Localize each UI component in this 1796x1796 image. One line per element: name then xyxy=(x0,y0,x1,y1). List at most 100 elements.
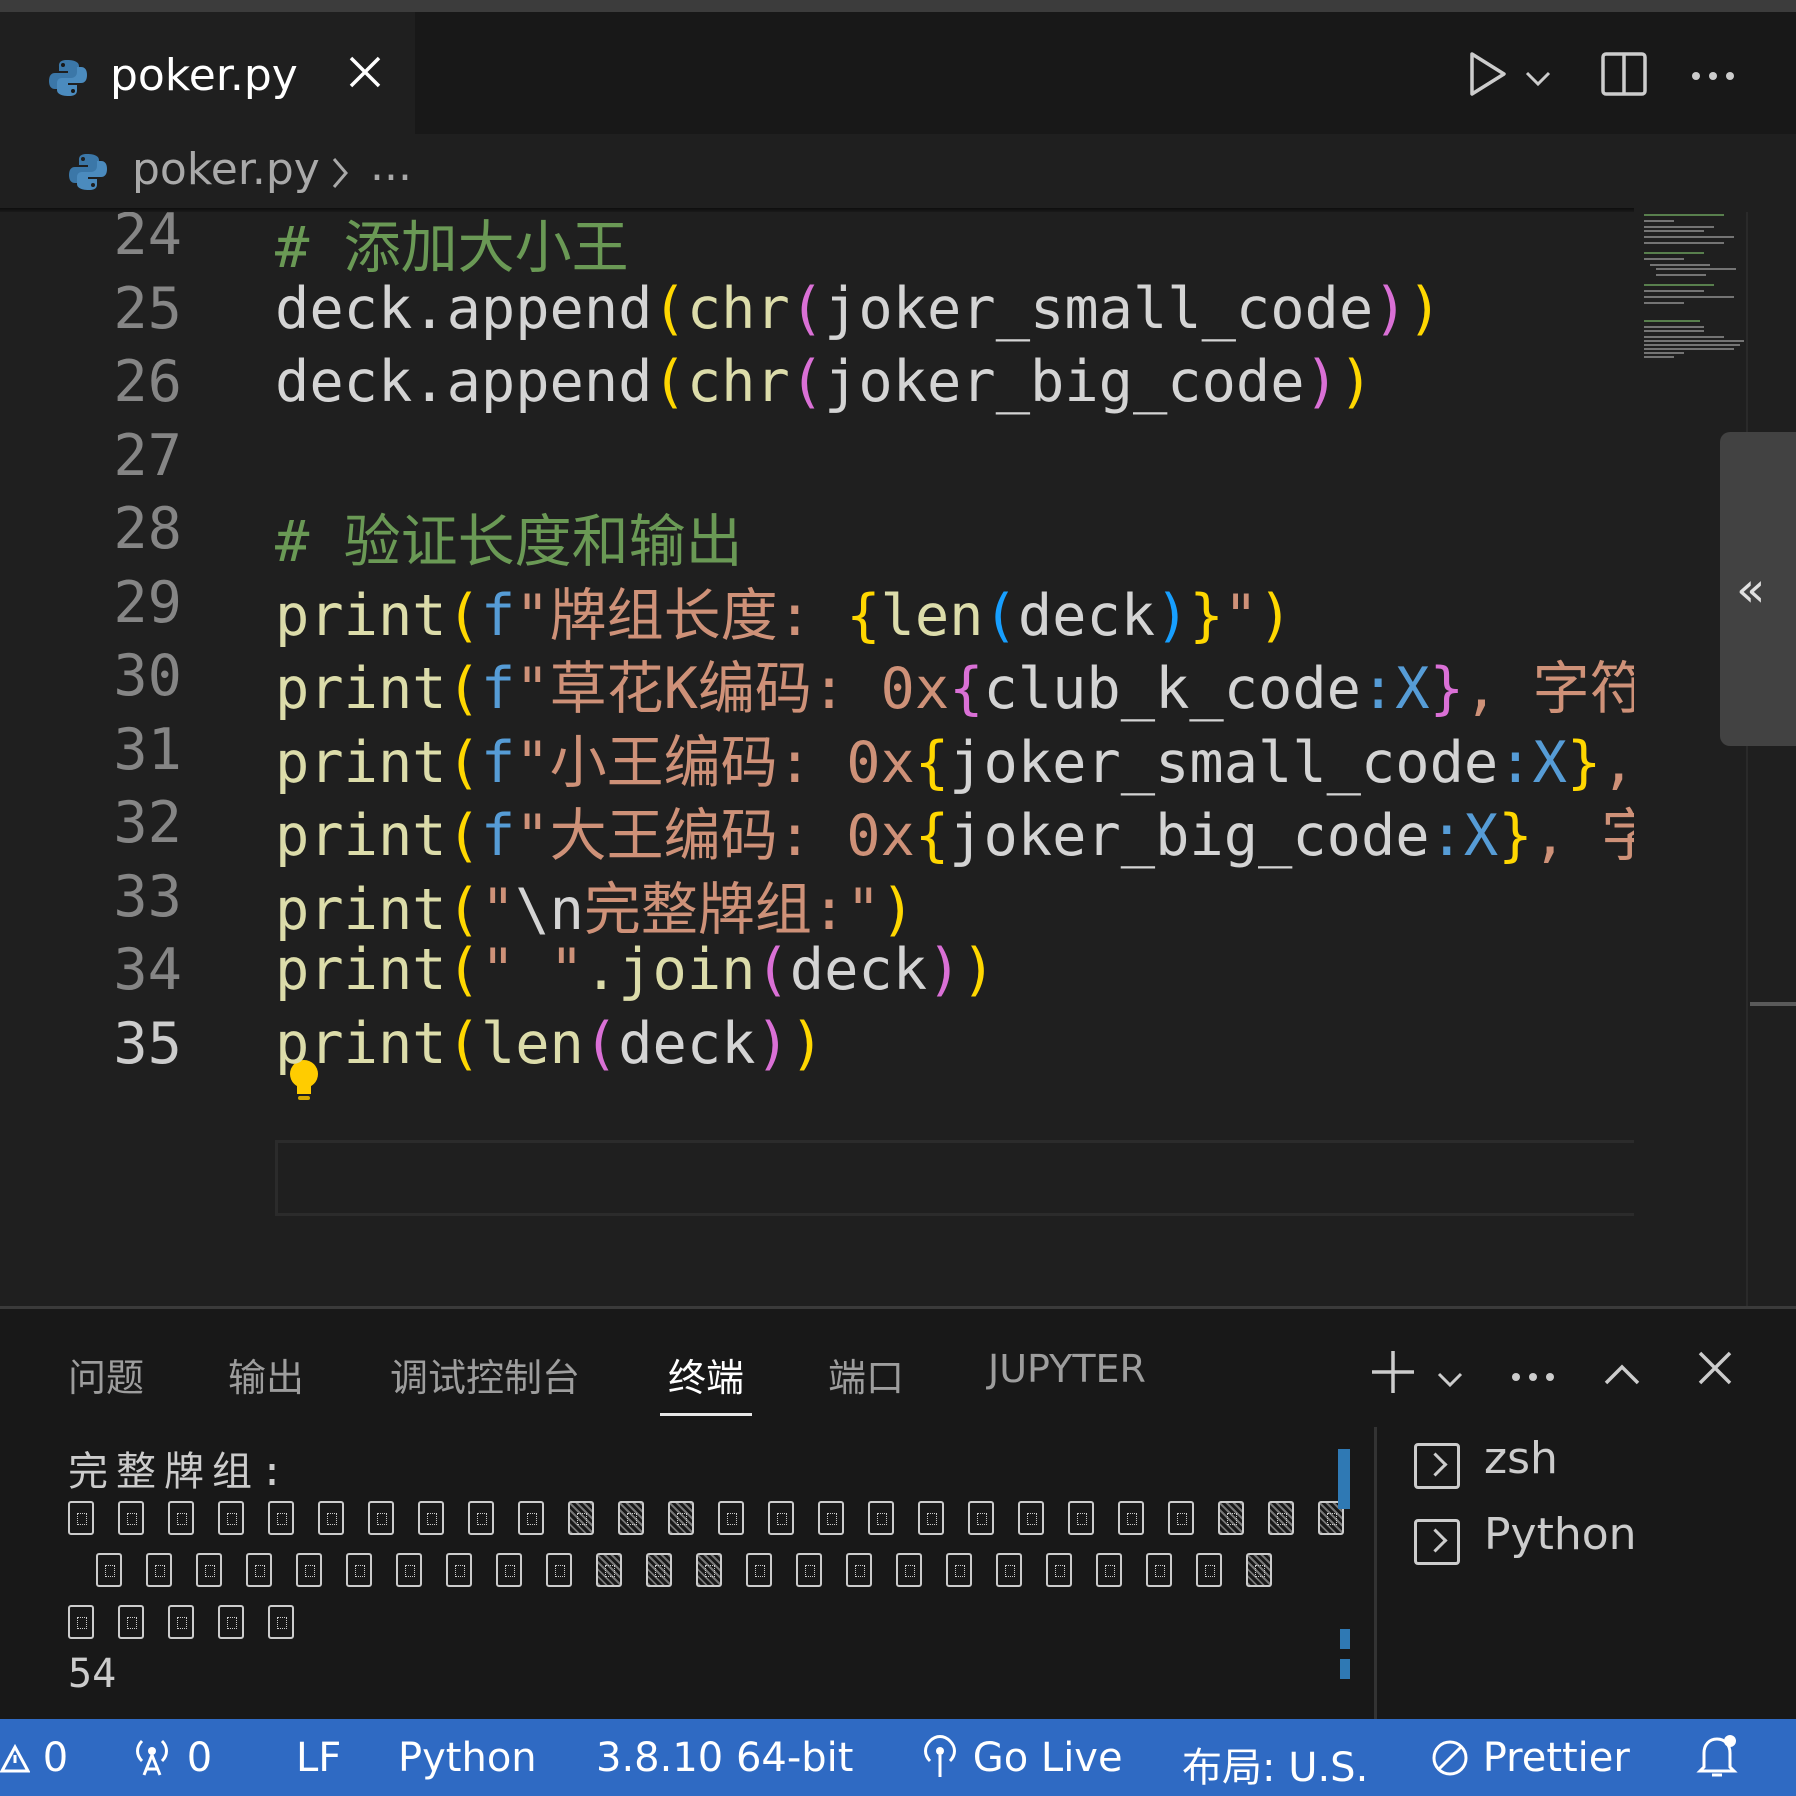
code-token: ( xyxy=(446,937,481,1003)
terminal-heading: 完整牌组: xyxy=(68,1449,293,1495)
tab-terminal[interactable]: 终端 xyxy=(668,1347,744,1402)
eol-status[interactable]: LF xyxy=(296,1735,341,1781)
go-live-button[interactable]: Go Live xyxy=(920,1735,1123,1781)
code-token: print xyxy=(275,729,447,796)
terminal-scroll-indicator[interactable] xyxy=(1338,1449,1350,1509)
code-line[interactable]: 26 deck.append(chr(joker_big_code)) xyxy=(0,349,1634,433)
python-interpreter[interactable]: 3.8.10 64-bit xyxy=(596,1735,853,1781)
code-line[interactable]: 30 print(f"草花K编码: 0x{club_k_code:X}, 字符: xyxy=(0,643,1634,727)
code-token: deck xyxy=(1017,582,1156,649)
code-token: , 字符: xyxy=(1463,656,1634,722)
tab-jupyter[interactable]: JUPYTER xyxy=(988,1347,1146,1391)
maximize-panel-icon[interactable] xyxy=(1602,1361,1642,1387)
more-actions-icon[interactable] xyxy=(1510,1371,1556,1383)
card-glyph xyxy=(418,1501,444,1535)
code-token: f xyxy=(480,803,516,869)
editor-scrollbar[interactable] xyxy=(1746,212,1796,1306)
card-glyph xyxy=(268,1501,294,1535)
split-editor-icon[interactable] xyxy=(1600,50,1648,98)
breadcrumb-symbols[interactable]: ... xyxy=(370,140,412,191)
code-text: deck.append(chr(joker_small_code)) xyxy=(275,276,1442,342)
more-actions-icon[interactable] xyxy=(1690,70,1736,82)
line-number: 30 xyxy=(113,643,182,709)
code-line[interactable]: 31 print(f"小王编码: 0x{joker_small_code:X}, xyxy=(0,717,1634,801)
code-token: ( xyxy=(446,803,481,869)
card-glyph xyxy=(668,1501,694,1535)
breadcrumb: poker.py ... xyxy=(0,134,1796,212)
card-glyph xyxy=(196,1553,222,1587)
card-glyph xyxy=(68,1501,94,1535)
code-token: joker_big_code xyxy=(824,349,1305,415)
tab-problems[interactable]: 问题 xyxy=(68,1347,144,1402)
card-glyph xyxy=(1046,1553,1072,1587)
secondary-sidebar-toggle[interactable]: « xyxy=(1720,432,1796,746)
code-line[interactable]: 25 deck.append(chr(joker_small_code)) xyxy=(0,276,1634,360)
code-token: ) xyxy=(1258,582,1293,649)
code-line[interactable]: 28 # 验证长度和输出 xyxy=(0,496,1634,580)
card-glyph xyxy=(946,1553,972,1587)
bottom-panel: 问题 输出 调试控制台 终端 端口 JUPYTER 完整牌组: 54 zsh P… xyxy=(0,1309,1796,1719)
code-line[interactable]: 32 print(f"大王编码: 0x{joker_big_code:X}, 字 xyxy=(0,790,1634,874)
tab-debug-console[interactable]: 调试控制台 xyxy=(390,1347,580,1402)
prettier-disabled-icon xyxy=(1432,1740,1468,1776)
card-glyph xyxy=(696,1553,722,1587)
code-token: f xyxy=(480,582,516,649)
notifications-bell-icon[interactable] xyxy=(1696,1733,1738,1779)
code-token: " xyxy=(480,876,516,943)
code-token: ) xyxy=(1155,582,1190,649)
prettier-status[interactable]: Prettier xyxy=(1430,1735,1630,1781)
code-text: print("\n完整牌组:") xyxy=(275,864,915,946)
code-editor[interactable]: 24 # 添加大小王 25 deck.append(chr(joker_small_c… xyxy=(0,212,1634,1306)
code-line[interactable]: 34 print(" ".join(deck)) xyxy=(0,937,1634,1021)
card-glyph xyxy=(818,1501,844,1535)
code-line[interactable]: 27 xyxy=(0,423,1634,507)
tab-poker-py[interactable]: poker.py xyxy=(0,12,415,134)
code-line[interactable]: 29 print(f"牌组长度: {len(deck)}") xyxy=(0,570,1634,654)
code-token: print xyxy=(275,656,447,722)
keyboard-layout[interactable]: 布局: U.S. xyxy=(1182,1735,1368,1793)
close-icon[interactable] xyxy=(345,52,385,92)
code-token: " " xyxy=(480,937,584,1003)
language-mode[interactable]: Python xyxy=(398,1735,537,1781)
chevron-down-icon[interactable] xyxy=(1524,70,1552,88)
card-glyph xyxy=(168,1605,194,1639)
terminal-scroll-mark xyxy=(1340,1629,1350,1649)
card-glyph xyxy=(896,1553,922,1587)
terminal-name: Python xyxy=(1484,1509,1637,1560)
line-number: 26 xyxy=(113,349,182,415)
card-glyph xyxy=(1196,1553,1222,1587)
code-token: ( xyxy=(983,582,1018,649)
run-icon[interactable] xyxy=(1466,50,1510,98)
card-glyph xyxy=(518,1501,544,1535)
antenna-icon xyxy=(924,1735,956,1777)
card-glyph xyxy=(146,1553,172,1587)
code-line[interactable]: 35 print(len(deck)) xyxy=(0,1011,1634,1095)
card-row xyxy=(68,1493,1344,1545)
card-glyph xyxy=(246,1553,272,1587)
card-glyph xyxy=(546,1553,572,1587)
terminal-output[interactable]: 完整牌组: 54 xyxy=(68,1439,1344,1701)
code-token: , 字 xyxy=(1532,803,1634,869)
code-text: print(f"小王编码: 0x{joker_small_code:X}, xyxy=(275,717,1634,799)
line-number: 27 xyxy=(113,422,182,489)
terminal-scroll-mark xyxy=(1340,1659,1350,1679)
card-glyph xyxy=(746,1553,772,1587)
terminal-name: zsh xyxy=(1484,1433,1558,1484)
code-token: :X xyxy=(1429,803,1499,869)
close-panel-icon[interactable] xyxy=(1696,1349,1734,1387)
card-glyph xyxy=(1018,1501,1044,1535)
new-terminal-icon[interactable] xyxy=(1370,1349,1416,1395)
code-line[interactable]: 33 print("\n完整牌组:") xyxy=(0,864,1634,948)
card-glyph xyxy=(1268,1501,1294,1535)
code-text: print(f"草花K编码: 0x{club_k_code:X}, 字符: xyxy=(275,643,1634,725)
minimap[interactable] xyxy=(1636,212,1746,362)
code-token: :X xyxy=(1360,656,1430,722)
ports-status[interactable]: 0 xyxy=(130,1735,212,1781)
problems-status[interactable]: 0 xyxy=(0,1735,68,1781)
breadcrumb-file[interactable]: poker.py xyxy=(132,144,320,195)
chevron-down-icon[interactable] xyxy=(1436,1371,1464,1389)
card-glyph xyxy=(918,1501,944,1535)
tab-output[interactable]: 输出 xyxy=(228,1347,304,1402)
card-glyph xyxy=(868,1501,894,1535)
tab-ports[interactable]: 端口 xyxy=(828,1347,904,1402)
